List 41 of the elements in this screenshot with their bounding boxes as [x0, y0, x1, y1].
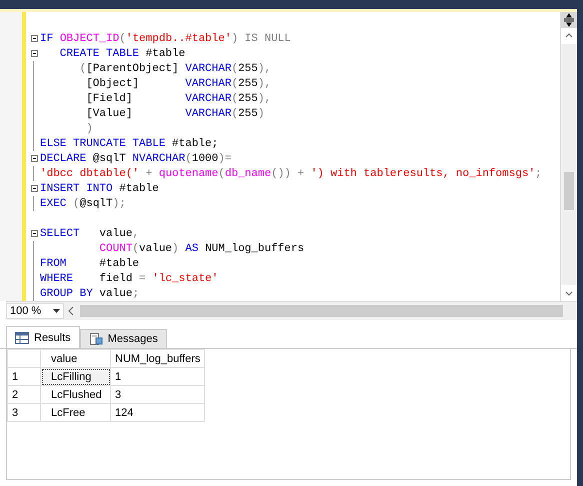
scrollbar-thumb[interactable]	[80, 305, 563, 317]
table-cell: 124	[110, 404, 205, 422]
code-line: FROM #table	[40, 258, 140, 270]
code-line: GROUP BY value;	[40, 288, 140, 300]
code-line: ELSE TRUNCATE TABLE #table;	[40, 138, 218, 150]
zoom-dropdown[interactable]: 100 %	[6, 303, 64, 319]
table-cell: LcFlushed	[40, 386, 110, 404]
collapse-icon[interactable]	[30, 185, 38, 192]
scrollbar-thumb[interactable]	[564, 172, 574, 210]
code-line: COUNT(value) AS NUM_log_buffers	[98, 242, 304, 254]
code-line: 'dbcc dbtable(' + quotename(db_name()) + ') with tableresults, no_infomsgs';	[40, 168, 542, 180]
caret-icon	[53, 309, 60, 313]
code-line: DECLARE @sqlT NVARCHAR(1000)=	[40, 152, 232, 164]
results-tab[interactable]: Results	[6, 326, 80, 348]
code-line: EXEC (@sqlT);	[40, 198, 126, 210]
row-number: 2	[8, 386, 40, 404]
code-line: IF OBJECT_ID('tempdb..#table') IS NULL	[40, 32, 291, 44]
code-line: SELECT value,	[40, 228, 140, 240]
collapse-icon[interactable]	[30, 50, 38, 57]
grid-icon	[15, 332, 29, 344]
row-number: 3	[8, 404, 40, 422]
table-cell: 3	[110, 386, 205, 404]
code-line: [Value] VARCHAR(255)	[85, 108, 264, 120]
code-line: WHERE field = 'lc_state'	[40, 272, 218, 284]
results-tab[interactable]: Messages	[80, 329, 167, 348]
collapse-icon[interactable]	[30, 230, 38, 237]
table-cell: LcFree	[40, 404, 110, 422]
table-cell: 1	[110, 368, 205, 386]
code-line: INSERT INTO #table	[40, 182, 159, 194]
code-line: [Field] VARCHAR(255),	[85, 92, 272, 104]
table-cell: LcFilling	[40, 368, 110, 386]
code-line: )	[85, 122, 93, 134]
column-header: NUM_log_buffers	[110, 350, 205, 368]
document-icon	[88, 333, 103, 345]
collapse-icon[interactable]	[30, 35, 38, 42]
code-line: CREATE TABLE #table	[58, 48, 186, 60]
code-line: [Object] VARCHAR(255),	[85, 78, 272, 90]
vertical-scrollbar[interactable]	[560, 12, 577, 301]
splitter-icon[interactable]	[561, 12, 577, 28]
collapse-icon[interactable]	[30, 155, 38, 162]
code-line: ([ParentObject] VARCHAR(255),	[78, 62, 272, 74]
